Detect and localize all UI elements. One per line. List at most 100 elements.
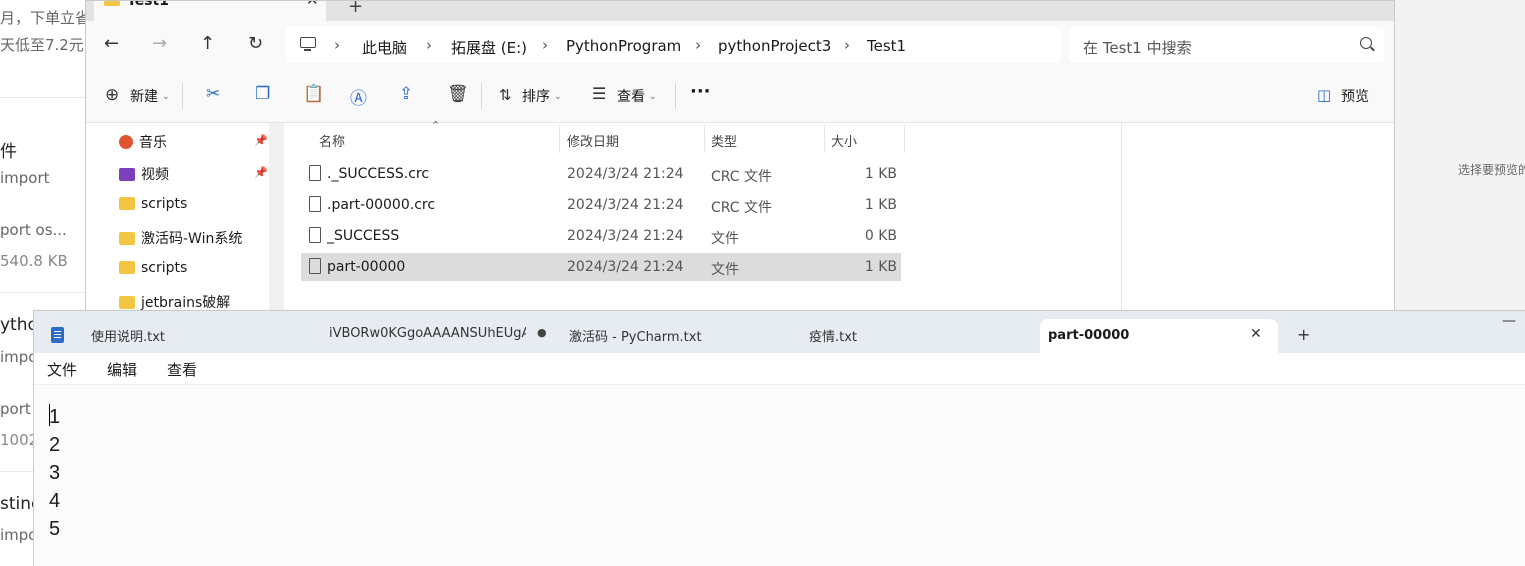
menu-edit[interactable]: 编辑	[107, 359, 137, 380]
bg-text: import	[0, 169, 50, 187]
tab-usage-notes[interactable]: 使用说明.txt	[91, 326, 311, 345]
preview-button[interactable]: 预览	[1341, 86, 1369, 106]
menu-file[interactable]: 文件	[47, 359, 77, 380]
breadcrumb-item[interactable]: PythonProgram	[566, 37, 681, 55]
computer-icon	[300, 37, 316, 51]
file-type: 文件	[711, 231, 739, 247]
explorer-tab-bar: Test1 ✕ +	[86, 1, 1394, 21]
text-line: 3	[49, 462, 61, 484]
close-icon[interactable]: ✕	[1250, 326, 1262, 342]
text-line: 1	[49, 406, 61, 428]
column-divider[interactable]	[559, 125, 560, 153]
search-placeholder: 在 Test1 中搜索	[1083, 39, 1192, 57]
new-tab-button[interactable]: +	[1297, 325, 1310, 344]
sidebar-item-label: 视频	[141, 167, 169, 183]
sidebar-item-music[interactable]: 音乐	[119, 132, 167, 152]
column-divider[interactable]	[704, 125, 705, 153]
pin-icon: 📌	[254, 134, 268, 147]
share-icon[interactable]: ⇪	[399, 84, 413, 104]
chevron-right-icon: ›	[844, 36, 850, 54]
close-icon[interactable]: ✕	[306, 1, 319, 9]
navigation-pane: 音乐 📌 视频 📌 scripts 激活码-Win系统 scripts jetb…	[86, 123, 269, 311]
file-list: ⌃ 名称 修改日期 类型 大小 ._SUCCESS.crc 2024/3/24 …	[301, 119, 1121, 311]
table-row[interactable]: ._SUCCESS.crc 2024/3/24 21:24 CRC 文件 1 K…	[301, 160, 901, 188]
rename-icon[interactable]: Ⓐ	[350, 84, 367, 109]
sidebar-item-label: scripts	[141, 196, 188, 212]
text-editor-area[interactable]: 1 2 3 4 5	[34, 385, 1525, 566]
more-options-button[interactable]: ···	[690, 81, 711, 102]
sidebar-item-scripts[interactable]: scripts	[119, 196, 187, 212]
tab-part-00000[interactable]: part-00000 ✕	[1040, 319, 1278, 353]
bg-text: port	[0, 400, 31, 418]
tab-pycharm-activation[interactable]: 激活码 - PyCharm.txt	[569, 326, 789, 345]
sidebar-item-label: 激活码-Win系统	[141, 231, 243, 247]
sidebar-item-activation[interactable]: 激活码-Win系统	[119, 228, 242, 248]
preview-hint-text: 选择要预览的	[1458, 163, 1525, 177]
file-name: .part-00000.crc	[327, 197, 436, 213]
copy-icon[interactable]: ❐	[255, 84, 270, 104]
column-header-name[interactable]: 名称	[319, 131, 345, 150]
up-button[interactable]: ↑	[200, 33, 215, 54]
chevron-right-icon: ›	[542, 36, 548, 54]
file-size: 0 KB	[864, 228, 897, 244]
column-divider[interactable]	[824, 125, 825, 153]
forward-button[interactable]: →	[152, 33, 167, 54]
paste-icon[interactable]: 📋	[303, 84, 324, 104]
command-bar: ⊕ 新建 ⌄ ✂ ❐ 📋 Ⓐ ⇪ 🗑 ⇅ 排序 ⌄ ☰ 查看 ⌄ ··· ◫ 预览	[86, 69, 1394, 123]
file-explorer-window: Test1 ✕ + ← → ↑ ↻ › 此电脑 › 拓展盘 (E:) › Pyt…	[85, 0, 1395, 312]
sidebar-item-label: 音乐	[139, 135, 167, 151]
new-button[interactable]: 新建 ⌄	[130, 86, 170, 106]
column-divider[interactable]	[904, 125, 905, 153]
folder-icon	[119, 261, 135, 274]
column-header-size[interactable]: 大小	[831, 131, 857, 150]
sidebar-item-jetbrains[interactable]: jetbrains破解	[119, 292, 230, 311]
file-icon	[309, 165, 321, 181]
unsaved-dot-icon: ●	[537, 326, 547, 339]
table-row[interactable]: _SUCCESS 2024/3/24 21:24 文件 0 KB	[301, 222, 901, 250]
minimize-button[interactable]: —	[1502, 313, 1516, 329]
delete-icon[interactable]: 🗑	[447, 84, 469, 104]
new-tab-button[interactable]: +	[348, 1, 363, 17]
video-icon	[119, 168, 135, 181]
view-button[interactable]: 查看 ⌄	[617, 86, 657, 106]
notepad-tab-bar: 使用说明.txt iVBORw0KGgoAAAANSUhEUgAA ● 激活码 …	[34, 311, 1525, 353]
tab-base64[interactable]: iVBORw0KGgoAAAANSUhEUgAA	[329, 326, 526, 341]
back-button[interactable]: ←	[104, 33, 119, 54]
address-bar[interactable]: › 此电脑 › 拓展盘 (E:) › PythonProgram › pytho…	[286, 27, 1061, 63]
cut-icon[interactable]: ✂	[206, 84, 220, 104]
table-row-selected[interactable]: part-00000 2024/3/24 21:24 文件 1 KB	[301, 253, 901, 281]
refresh-button[interactable]: ↻	[248, 33, 263, 54]
file-name: _SUCCESS	[327, 228, 400, 244]
file-modified: 2024/3/24 21:24	[567, 197, 684, 213]
chevron-right-icon: ›	[334, 36, 340, 54]
breadcrumb-item[interactable]: pythonProject3	[718, 37, 831, 55]
sidebar-item-scripts-2[interactable]: scripts	[119, 260, 187, 276]
sidebar-item-videos[interactable]: 视频	[119, 164, 169, 184]
sort-ascending-icon: ⌃	[431, 119, 441, 132]
divider	[182, 83, 183, 109]
view-icon: ☰	[592, 84, 607, 103]
tab-title: Test1	[127, 0, 169, 9]
menu-view[interactable]: 查看	[167, 359, 197, 380]
column-header-modified[interactable]: 修改日期	[567, 131, 619, 150]
tab-epidemic[interactable]: 疫情.txt	[809, 326, 1009, 345]
table-row[interactable]: .part-00000.crc 2024/3/24 21:24 CRC 文件 1…	[301, 191, 901, 219]
pin-icon: 📌	[254, 166, 268, 179]
navigation-scrollbar[interactable]	[269, 123, 284, 311]
sort-button[interactable]: 排序 ⌄	[522, 86, 562, 106]
breadcrumb-item[interactable]: 拓展盘 (E:)	[451, 37, 527, 58]
address-row: ← → ↑ ↻ › 此电脑 › 拓展盘 (E:) › PythonProgram…	[86, 21, 1394, 69]
explorer-tab-test1[interactable]: Test1 ✕	[94, 0, 326, 21]
chevron-right-icon: ›	[695, 36, 701, 54]
column-header-type[interactable]: 类型	[711, 131, 737, 150]
file-modified: 2024/3/24 21:24	[567, 259, 684, 275]
search-input[interactable]: 在 Test1 中搜索	[1069, 27, 1384, 63]
search-icon	[1360, 37, 1372, 49]
breadcrumb-item[interactable]: Test1	[867, 37, 906, 55]
file-name: part-00000	[327, 259, 406, 275]
bg-text: 件	[0, 142, 17, 162]
breadcrumb-item[interactable]: 此电脑	[362, 37, 407, 58]
folder-icon	[119, 296, 135, 309]
divider	[675, 83, 676, 109]
folder-icon	[119, 232, 135, 245]
